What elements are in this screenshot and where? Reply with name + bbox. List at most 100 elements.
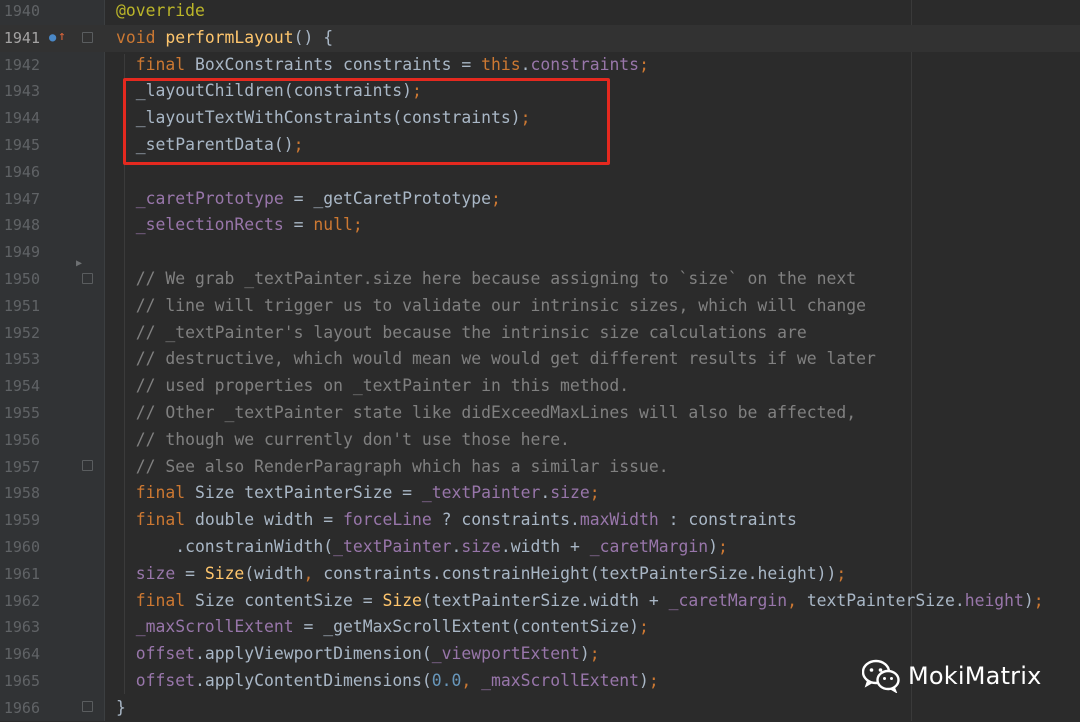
code-text[interactable]: // _textPainter's layout because the int… (116, 320, 807, 347)
code-line[interactable]: 1941 void performLayout() { (0, 24, 1080, 52)
code-token: width = (264, 510, 343, 530)
code-text[interactable]: @override (116, 0, 205, 25)
code-line[interactable]: 1958 final Size textPainterSize = _textP… (0, 480, 1080, 507)
fold-marker-icon[interactable] (82, 32, 93, 43)
code-token: final (116, 54, 195, 74)
code-text[interactable]: _caretPrototype = _getCaretPrototype; (116, 186, 501, 213)
line-number[interactable]: 1947 (0, 186, 40, 213)
line-number[interactable]: 1960 (0, 534, 40, 561)
code-token: offset (116, 644, 195, 664)
line-number[interactable]: 1942 (0, 52, 40, 79)
code-text[interactable]: // used properties on _textPainter in th… (116, 373, 629, 400)
code-line[interactable]: 1966} (0, 695, 1080, 722)
code-line[interactable]: 1963 _maxScrollExtent = _getMaxScrollExt… (0, 614, 1080, 641)
code-token: constraints (530, 54, 640, 74)
code-token: offset (116, 671, 195, 690)
code-token: constraints = (342, 54, 482, 74)
code-line[interactable]: 1952 // _textPainter's layout because th… (0, 320, 1080, 347)
code-text[interactable]: final double width = forceLine ? constra… (116, 507, 797, 534)
code-line[interactable]: 1940 @override (0, 0, 1080, 25)
line-number[interactable]: 1950 (0, 266, 40, 293)
line-number[interactable]: 1956 (0, 427, 40, 454)
code-token: ; (639, 54, 649, 74)
line-number[interactable]: 1966 (0, 695, 40, 722)
fold-marker-icon[interactable] (82, 460, 93, 471)
code-line[interactable]: 1953 // destructive, which would mean we… (0, 346, 1080, 373)
line-number[interactable]: 1962 (0, 588, 40, 615)
code-token: = (185, 563, 205, 583)
line-number[interactable]: 1940 (0, 0, 40, 25)
code-text[interactable]: size = Size(width, constraints.constrain… (116, 561, 847, 588)
code-token: . (520, 54, 531, 74)
code-line[interactable]: 1942 final BoxConstraints constraints = … (0, 52, 1080, 79)
code-line[interactable]: 1951 // line will trigger us to validate… (0, 293, 1080, 320)
line-number[interactable]: 1958 (0, 480, 40, 507)
code-text[interactable]: final Size contentSize = Size(textPainte… (116, 588, 1044, 615)
code-token: ; (836, 563, 847, 583)
code-token: // used properties on _textPainter in th… (116, 376, 630, 396)
line-number[interactable]: 1951 (0, 293, 40, 320)
fold-marker-icon[interactable] (82, 701, 93, 712)
line-number[interactable]: 1952 (0, 320, 40, 347)
code-token: null; (313, 215, 363, 235)
code-text[interactable]: offset.applyViewportDimension(_viewportE… (116, 641, 600, 668)
code-token: ; (1033, 590, 1044, 610)
code-token: // We grab _textPainter.size here becaus… (116, 269, 857, 288)
line-number[interactable]: 1949 (0, 239, 40, 266)
code-line[interactable]: 1947 _caretPrototype = _getCaretPrototyp… (0, 186, 1080, 213)
code-text[interactable]: // We grab _textPainter.size here becaus… (116, 266, 856, 293)
code-line[interactable]: 1948 _selectionRects = null; (0, 212, 1080, 239)
code-line[interactable]: 1961 size = Size(width, constraints.cons… (0, 561, 1080, 588)
line-number[interactable]: 1944 (0, 105, 40, 132)
code-line[interactable]: 1959 final double width = forceLine ? co… (0, 507, 1080, 534)
code-text[interactable]: .constrainWidth(_textPainter.size.width … (116, 534, 728, 561)
code-token: _caretMargin (589, 537, 709, 556)
override-icon[interactable]: ● (49, 24, 56, 51)
code-line[interactable]: 1960 .constrainWidth(_textPainter.size.w… (0, 534, 1080, 561)
code-token: = (293, 215, 314, 235)
code-text[interactable]: // destructive, which would mean we woul… (116, 346, 876, 373)
code-text[interactable]: // See also RenderParagraph which has a … (116, 454, 669, 481)
code-line[interactable]: 1962 final Size contentSize = Size(textP… (0, 588, 1080, 615)
line-number[interactable]: 1964 (0, 641, 40, 668)
line-number[interactable]: 1953 (0, 346, 40, 373)
code-line[interactable]: 1949 (0, 239, 1080, 266)
watermark: MokiMatrix (862, 656, 1042, 696)
code-editor[interactable]: 1940 @override 1941 void performLayout() {1… (0, 0, 1080, 721)
code-text[interactable]: // Other _textPainter state like didExce… (116, 400, 856, 427)
code-text[interactable]: } (116, 695, 126, 722)
code-line[interactable]: 1957 // See also RenderParagraph which h… (0, 454, 1080, 481)
line-number[interactable]: 1948 (0, 212, 40, 239)
code-text[interactable]: void performLayout() { (116, 25, 333, 52)
line-number[interactable]: 1941 (0, 25, 40, 52)
code-line[interactable]: 1955 // Other _textPainter state like di… (0, 400, 1080, 427)
code-token: final (116, 590, 195, 610)
code-line[interactable]: 1950 // We grab _textPainter.size here b… (0, 266, 1080, 293)
code-token: performLayout (165, 27, 294, 47)
line-number[interactable]: 1955 (0, 400, 40, 427)
line-number[interactable]: 1965 (0, 668, 40, 695)
code-line[interactable]: 1956 // though we currently don't use th… (0, 427, 1080, 454)
line-number[interactable]: 1954 (0, 373, 40, 400)
line-number[interactable]: 1957 (0, 454, 40, 481)
line-number[interactable]: 1945 (0, 132, 40, 159)
code-text[interactable]: // though we currently don't use those h… (116, 427, 570, 454)
code-token: .constrainWidth( (116, 537, 334, 556)
line-number[interactable]: 1959 (0, 507, 40, 534)
code-text[interactable]: offset.applyContentDimensions(0.0, _maxS… (116, 668, 659, 695)
arrow-up-icon[interactable]: ↑ (58, 24, 66, 51)
code-token: _maxScrollExtent (481, 671, 640, 690)
line-number[interactable]: 1963 (0, 614, 40, 641)
line-number[interactable]: 1943 (0, 78, 40, 105)
code-text[interactable]: // line will trigger us to validate our … (116, 293, 866, 320)
line-number[interactable]: 1946 (0, 159, 40, 186)
code-text[interactable]: final Size textPainterSize = _textPainte… (116, 480, 600, 507)
code-text[interactable]: _selectionRects = null; (116, 212, 363, 239)
fold-marker-icon[interactable] (82, 273, 93, 284)
code-token: ) (1023, 590, 1034, 610)
code-line[interactable]: 1954 // used properties on _textPainter … (0, 373, 1080, 400)
code-token: final (116, 510, 195, 530)
code-text[interactable]: _maxScrollExtent = _getMaxScrollExtent(c… (116, 614, 649, 641)
code-text[interactable]: final BoxConstraints constraints = this.… (116, 52, 649, 79)
line-number[interactable]: 1961 (0, 561, 40, 588)
